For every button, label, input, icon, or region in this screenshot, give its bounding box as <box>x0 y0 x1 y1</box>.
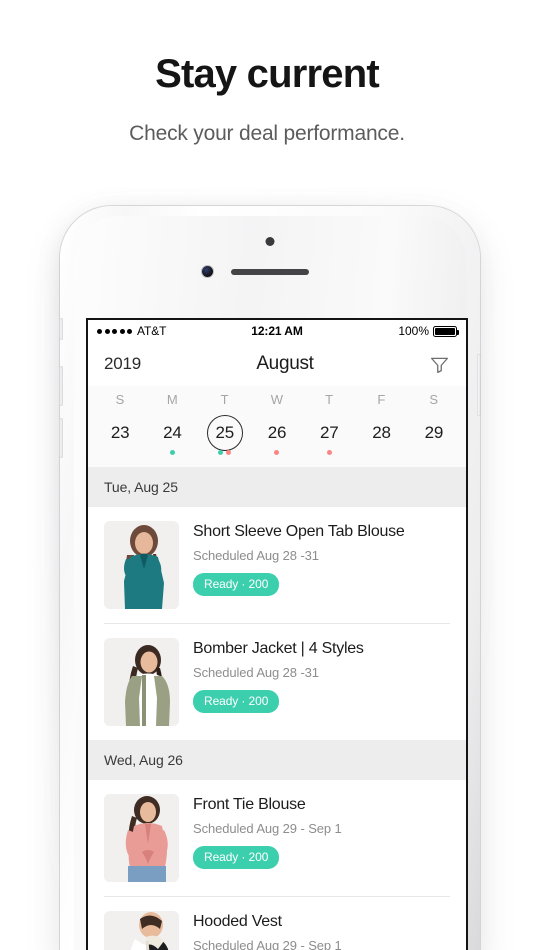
deal-item-title: Short Sleeve Open Tab Blouse <box>193 523 405 540</box>
volume-down-button[interactable] <box>59 418 63 458</box>
event-dot-teal-icon <box>169 450 175 455</box>
calendar-day-event-dots <box>146 450 198 456</box>
dow-label: S <box>429 392 439 407</box>
calendar-header: 2019 August <box>88 342 466 386</box>
day-of-week-row: S M T W T F S <box>94 388 460 415</box>
status-bar: AT&T 12:21 AM 100% <box>88 320 466 342</box>
dow-label: M <box>166 392 178 407</box>
calendar-day-24[interactable]: 24 <box>146 415 198 457</box>
product-thumbnail <box>104 638 179 726</box>
year-label[interactable]: 2019 <box>104 354 168 374</box>
dow-label: F <box>377 392 386 407</box>
deal-item-schedule: Scheduled Aug 29 - Sep 1 <box>193 821 342 836</box>
phone-body: AT&T 12:21 AM 100% 2019 August S M T W T… <box>59 206 481 950</box>
deal-item-title: Front Tie Blouse <box>193 796 306 813</box>
calendar-day-number: 25 <box>206 415 243 451</box>
status-badge[interactable]: Ready · 200 <box>193 846 280 869</box>
battery-icon <box>433 325 460 337</box>
volume-up-button[interactable] <box>59 366 63 406</box>
product-thumbnail <box>104 794 179 882</box>
event-dot-pink-icon <box>326 450 332 455</box>
hero-section: Stay current Check your deal performance… <box>0 0 534 146</box>
calendar-day-number: 28 <box>372 423 391 442</box>
deal-item-body: Front Tie Blouse Scheduled Aug 29 - Sep 1… <box>193 794 450 882</box>
deal-list-item[interactable]: Short Sleeve Open Tab Blouse Scheduled Au… <box>88 507 466 623</box>
calendar-day-29[interactable]: 29 <box>408 415 460 457</box>
calendar-day-number: 26 <box>267 423 287 442</box>
filter-funnel-icon <box>430 357 449 373</box>
battery-percent-label: 100% <box>398 324 430 338</box>
calendar-day-23[interactable]: 23 <box>94 415 146 457</box>
calendar-day-number: 24 <box>163 423 182 442</box>
deal-list-item[interactable]: Hooded VestScheduled Aug 29 - Sep 1Beaut… <box>88 897 466 950</box>
dow-label: T <box>325 392 334 407</box>
page-root: Stay current Check your deal performance… <box>0 0 534 950</box>
phone-screen: AT&T 12:21 AM 100% 2019 August S M T W T… <box>86 318 468 950</box>
mute-switch-button[interactable] <box>59 318 63 340</box>
product-thumbnail <box>104 521 179 609</box>
proximity-sensor-icon <box>265 237 275 246</box>
event-dot-pink-icon <box>226 450 232 455</box>
deal-item-body: Hooded VestScheduled Aug 29 - Sep 1Beaut… <box>193 911 450 950</box>
earpiece-speaker-icon <box>231 269 309 275</box>
event-dot-teal-icon <box>218 450 224 455</box>
phone-mockup: AT&T 12:21 AM 100% 2019 August S M T W T… <box>50 200 490 950</box>
calendar-day-event-dots <box>251 450 303 456</box>
calendar-day-event-dots <box>303 450 355 456</box>
deal-item-body: Bomber Jacket | 4 Styles Scheduled Aug 28… <box>193 638 450 726</box>
status-badge[interactable]: Ready · 200 <box>193 690 280 713</box>
front-camera-icon <box>202 266 213 277</box>
signal-strength-icon <box>97 328 132 334</box>
calendar-day-number: 27 <box>320 423 339 442</box>
carrier-label: AT&T <box>137 324 167 338</box>
calendar-day-27[interactable]: 27 <box>303 415 355 457</box>
power-button[interactable] <box>477 354 481 416</box>
product-thumbnail <box>104 911 179 950</box>
status-bar-clock: 12:21 AM <box>251 324 303 338</box>
deal-item-schedule: Scheduled Aug 28 -31 <box>193 665 319 680</box>
month-label[interactable]: August <box>160 353 410 375</box>
calendar-day-28[interactable]: 28 <box>355 415 407 457</box>
calendar-day-number: 29 <box>424 423 444 442</box>
list-section-header: Tue, Aug 25 <box>88 467 466 507</box>
calendar-day-event-dots <box>199 450 251 456</box>
dow-label: T <box>220 392 229 407</box>
list-section-header: Wed, Aug 26 <box>88 740 466 780</box>
filter-button[interactable] <box>410 354 450 375</box>
calendar-day-25[interactable]: 25 <box>199 415 251 457</box>
dow-label: W <box>270 392 284 407</box>
deal-list: Tue, Aug 25 Short Sleeve Open Tab Blouse S… <box>88 467 466 950</box>
page-title: Stay current <box>155 52 380 96</box>
week-strip: S M T W T F S 23 24 25 26 27 28 29 <box>88 386 466 467</box>
event-dot-pink-icon <box>274 450 280 455</box>
status-badge[interactable]: Ready · 200 <box>193 573 280 596</box>
status-bar-left: AT&T <box>97 324 251 338</box>
deal-item-body: Short Sleeve Open Tab Blouse Scheduled Au… <box>193 521 450 609</box>
deal-list-item[interactable]: Bomber Jacket | 4 Styles Scheduled Aug 28… <box>88 624 466 740</box>
deal-item-schedule: Scheduled Aug 28 -31 <box>193 548 319 563</box>
calendar-day-number: 23 <box>110 423 130 442</box>
deal-list-item[interactable]: Front Tie Blouse Scheduled Aug 29 - Sep 1… <box>88 780 466 896</box>
deal-item-schedule: Scheduled Aug 29 - Sep 1 <box>193 938 342 950</box>
calendar-day-26[interactable]: 26 <box>251 415 303 457</box>
status-bar-right: 100% <box>303 324 460 338</box>
date-row: 23 24 25 26 27 28 29 <box>94 415 460 457</box>
deal-item-title: Bomber Jacket | 4 Styles <box>193 640 364 657</box>
dow-label: S <box>115 392 125 407</box>
deal-item-title: Hooded Vest <box>193 913 282 930</box>
page-subtitle: Check your deal performance. <box>129 122 405 145</box>
